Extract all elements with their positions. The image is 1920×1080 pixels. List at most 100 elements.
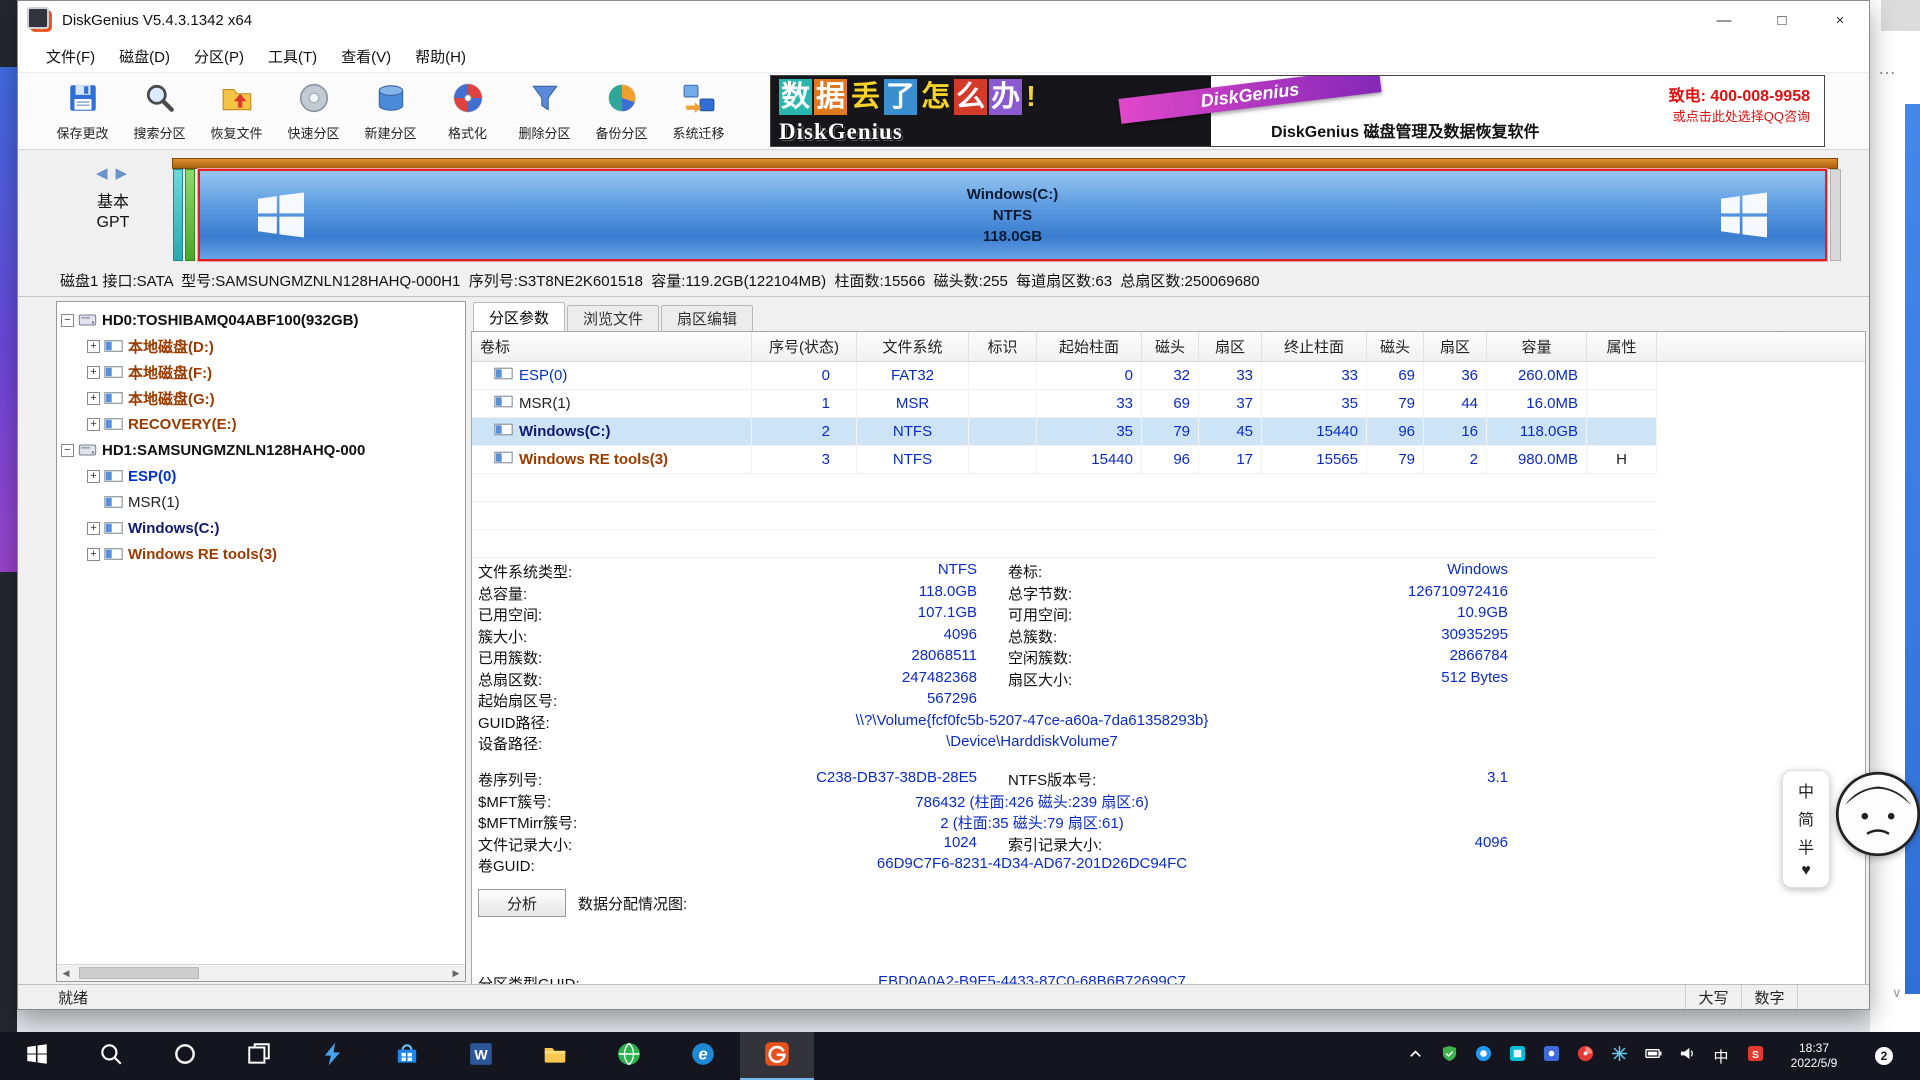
column-header-1[interactable]: 卷标 xyxy=(472,332,752,361)
tray-blue-circle[interactable] xyxy=(1466,1032,1500,1080)
task-view-button[interactable] xyxy=(222,1032,296,1080)
column-header-4[interactable]: 标识 xyxy=(969,332,1037,361)
expand-icon[interactable]: + xyxy=(87,470,100,483)
app-diskgenius[interactable] xyxy=(740,1032,814,1080)
taskbar-clock[interactable]: 18:37 2022/5/9 xyxy=(1772,1041,1856,1071)
tab-partition-params[interactable]: 分区参数 xyxy=(473,302,565,331)
tray-expand[interactable] xyxy=(1398,1032,1432,1080)
analyze-button[interactable]: 分析 xyxy=(478,889,566,917)
expand-icon[interactable]: + xyxy=(87,392,100,405)
tab-browse-files[interactable]: 浏览文件 xyxy=(567,305,659,331)
toolbar-system-migration-button[interactable]: 系统迁移 xyxy=(660,75,737,147)
esp-partition-block[interactable] xyxy=(173,169,183,261)
tree-item[interactable]: MSR(1) xyxy=(57,489,465,515)
column-header-12[interactable]: 属性 xyxy=(1587,332,1657,361)
tree-item[interactable]: +Windows(C:) xyxy=(57,515,465,541)
tray-ime[interactable]: 中 xyxy=(1704,1032,1738,1080)
pinned-app-word[interactable]: W xyxy=(444,1032,518,1080)
menu-item-1[interactable]: 文件(F) xyxy=(34,46,107,67)
next-disk-button[interactable]: ▶ xyxy=(116,165,128,182)
expand-icon[interactable]: + xyxy=(87,548,100,561)
minimize-button[interactable]: — xyxy=(1695,1,1753,40)
taskbar-search-button[interactable] xyxy=(74,1032,148,1080)
tree-item[interactable]: +RECOVERY(E:) xyxy=(57,411,465,437)
pinned-app-bolt[interactable] xyxy=(296,1032,370,1080)
toolbar-search-partition-button[interactable]: 搜索分区 xyxy=(121,75,198,147)
pinned-app-store[interactable] xyxy=(370,1032,444,1080)
partition-table-row[interactable]: Windows(C:)2NTFS357945154409616118.0GB xyxy=(472,418,1657,446)
expand-icon[interactable]: + xyxy=(87,340,100,353)
tray-green-shield[interactable] xyxy=(1432,1032,1466,1080)
toolbar-save-button[interactable]: 保存更改 xyxy=(44,75,121,147)
collapse-icon[interactable]: − xyxy=(61,444,74,457)
scroll-left-icon[interactable]: ◀ xyxy=(57,968,75,979)
tree-item[interactable]: +Windows RE tools(3) xyxy=(57,541,465,567)
collapse-icon[interactable]: − xyxy=(61,314,74,327)
menu-item-2[interactable]: 磁盘(D) xyxy=(107,46,182,67)
msr-partition-block[interactable] xyxy=(185,169,195,261)
column-header-6[interactable]: 磁头 xyxy=(1142,332,1199,361)
close-button[interactable]: × xyxy=(1811,1,1869,40)
sogou-mode-item-1[interactable]: 中 xyxy=(1798,778,1814,802)
tree-item[interactable]: −HD1:SAMSUNGMZNLN128HAHQ-000 xyxy=(57,437,465,463)
sogou-mode-item-4[interactable]: ♥ xyxy=(1801,862,1811,880)
maximize-button[interactable]: □ xyxy=(1753,1,1811,40)
windows-partition-block[interactable]: Windows(C:) NTFS 118.0GB xyxy=(198,169,1827,261)
menu-item-4[interactable]: 工具(T) xyxy=(256,46,329,67)
partition-table-row[interactable]: MSR(1)1MSR33693735794416.0MB xyxy=(472,390,1657,418)
tray-volume[interactable] xyxy=(1670,1032,1704,1080)
column-header-2[interactable]: 序号(状态) xyxy=(752,332,857,361)
pinned-app-green[interactable] xyxy=(592,1032,666,1080)
cortana-button[interactable] xyxy=(148,1032,222,1080)
scroll-down-icon[interactable]: ∨ xyxy=(1892,985,1902,1001)
tree-item[interactable]: +本地磁盘(D:) xyxy=(57,333,465,359)
sogou-mode-item-3[interactable]: 半 xyxy=(1798,834,1814,858)
tray-sogou[interactable]: S xyxy=(1738,1032,1772,1080)
ime-statusbar[interactable]: 中简半 ♥ xyxy=(1782,770,1920,888)
start-button[interactable] xyxy=(0,1032,74,1080)
tree-item[interactable]: +ESP(0) xyxy=(57,463,465,489)
tray-snowflake[interactable] xyxy=(1602,1032,1636,1080)
tree-item[interactable]: −HD0:TOSHIBAMQ04ABF100(932GB) xyxy=(57,307,465,333)
action-center-button[interactable]: 2 xyxy=(1856,1032,1912,1080)
column-header-10[interactable]: 扇区 xyxy=(1424,332,1487,361)
prev-disk-button[interactable]: ◀ xyxy=(96,165,108,182)
column-header-7[interactable]: 扇区 xyxy=(1199,332,1262,361)
partition-table-row[interactable]: Windows RE tools(3)3NTFS1544096171556579… xyxy=(472,446,1657,474)
column-header-9[interactable]: 磁头 xyxy=(1367,332,1424,361)
scroll-right-icon[interactable]: ▶ xyxy=(447,968,465,979)
tree-item[interactable]: +本地磁盘(G:) xyxy=(57,385,465,411)
tray-blue-app[interactable] xyxy=(1534,1032,1568,1080)
tray-red-pinwheel[interactable] xyxy=(1568,1032,1602,1080)
toolbar-format-button[interactable]: 格式化 xyxy=(429,75,506,147)
pinned-app-explorer[interactable] xyxy=(518,1032,592,1080)
banner-qq-link[interactable]: 或点击此处选择QQ咨询 xyxy=(1673,106,1810,125)
ime-mascot[interactable] xyxy=(1834,770,1920,858)
toolbar-backup-partition-button[interactable]: 备份分区 xyxy=(583,75,660,147)
expand-icon[interactable]: + xyxy=(87,522,100,535)
toolbar-recover-files-button[interactable]: 恢复文件 xyxy=(198,75,275,147)
toolbar-quick-partition-button[interactable]: 快速分区 xyxy=(275,75,352,147)
expand-icon[interactable]: + xyxy=(87,418,100,431)
tab-sector-edit[interactable]: 扇区编辑 xyxy=(661,305,753,331)
tray-battery[interactable] xyxy=(1636,1032,1670,1080)
toolbar-new-partition-button[interactable]: 新建分区 xyxy=(352,75,429,147)
column-header-5[interactable]: 起始柱面 xyxy=(1037,332,1142,361)
menu-item-5[interactable]: 查看(V) xyxy=(329,46,403,67)
toolbar-delete-partition-button[interactable]: 删除分区 xyxy=(506,75,583,147)
tray-teal-app[interactable] xyxy=(1500,1032,1534,1080)
tree-item[interactable]: +本地磁盘(F:) xyxy=(57,359,465,385)
menu-item-6[interactable]: 帮助(H) xyxy=(403,46,478,67)
detail-label: 空闲簇数: xyxy=(1008,647,1072,668)
tree-horizontal-scrollbar[interactable]: ◀ ▶ xyxy=(57,964,465,981)
scrollbar-thumb[interactable] xyxy=(79,967,199,979)
partition-table-row[interactable]: ESP(0)0FAT3203233336936260.0MB xyxy=(472,362,1657,390)
column-header-3[interactable]: 文件系统 xyxy=(857,332,969,361)
expand-icon[interactable]: + xyxy=(87,366,100,379)
pinned-app-edge[interactable]: e xyxy=(666,1032,740,1080)
menu-item-3[interactable]: 分区(P) xyxy=(182,46,256,67)
column-header-8[interactable]: 终止柱面 xyxy=(1262,332,1367,361)
sogou-mode-item-2[interactable]: 简 xyxy=(1798,806,1814,830)
ad-banner[interactable]: 数据丢了怎么办! DiskGenius DiskGenius 致电: 400-0… xyxy=(770,75,1825,147)
column-header-11[interactable]: 容量 xyxy=(1487,332,1587,361)
